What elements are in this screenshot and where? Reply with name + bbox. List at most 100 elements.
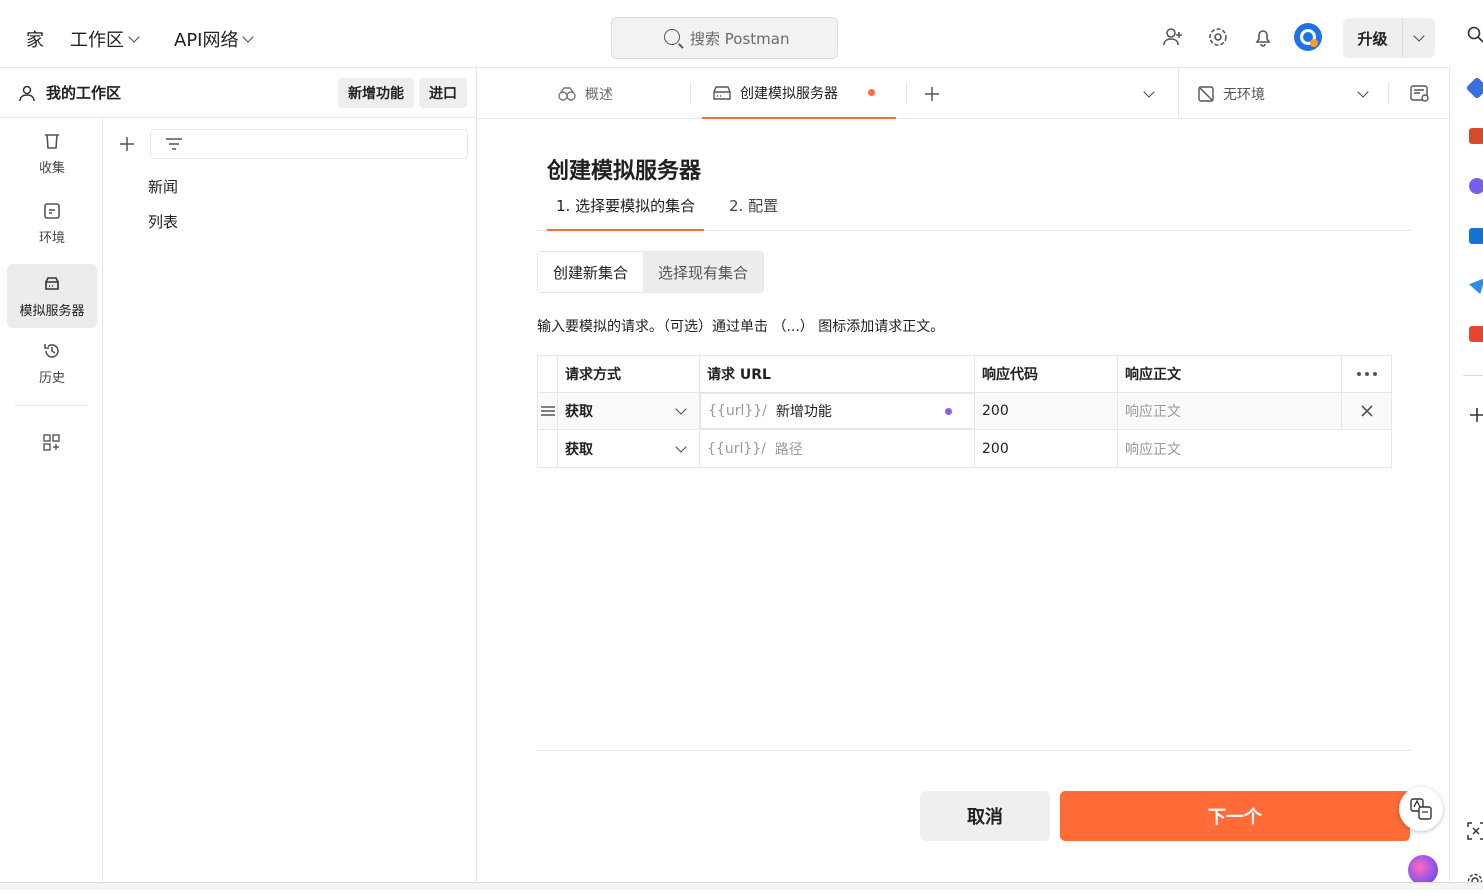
environment-quick-look-icon[interactable] xyxy=(1410,68,1430,119)
sidebar-item-history[interactable]: 历史 xyxy=(7,331,97,395)
response-code-input[interactable]: 200 xyxy=(975,393,1118,429)
translate-icon[interactable] xyxy=(1399,787,1443,831)
environment-label: 无环境 xyxy=(1223,86,1265,103)
configure-sidebar-icon[interactable] xyxy=(42,433,62,457)
chevron-down-icon xyxy=(1413,30,1425,42)
search-placeholder: 搜索 Postman xyxy=(690,29,790,48)
tab-step-configure[interactable]: 2. 配置 xyxy=(720,195,787,231)
assistant-icon[interactable] xyxy=(1408,855,1438,885)
tag-app-icon[interactable] xyxy=(1465,76,1483,100)
url-input[interactable]: {{url}}/ 路径 xyxy=(700,430,975,467)
chevron-down-icon xyxy=(675,440,687,453)
sidebar-item-label: 收集 xyxy=(38,160,65,176)
top-bar: 家 工作区 API网络 搜索 Postman 升级 xyxy=(0,0,1450,68)
table-header-row: 请求方式 请求 URL 响应代码 响应正文 xyxy=(538,356,1391,393)
mock-tree: 新闻 列表 xyxy=(104,118,476,890)
sidebar-rail: 收集 环境 模拟服务器 历史 xyxy=(0,118,103,890)
tab-divider xyxy=(906,82,907,104)
office-app-icon[interactable] xyxy=(1469,326,1483,342)
url-input[interactable]: {{url}}/ 新增功能 xyxy=(700,393,975,429)
sidebar: 我的工作区 新增功能 进口 收集 环境 模拟服务器 历史 新闻 列表 xyxy=(0,68,477,890)
import-button[interactable]: 进口 xyxy=(419,78,467,108)
column-header-code: 响应代码 xyxy=(975,356,1118,392)
rail-divider xyxy=(14,405,88,406)
upgrade-button[interactable]: 升级 xyxy=(1343,18,1435,58)
chevron-down-icon xyxy=(128,31,140,43)
response-body-input[interactable]: 响应正文 xyxy=(1118,430,1391,467)
tree-item[interactable]: 新闻 xyxy=(148,176,178,197)
column-header-method: 请求方式 xyxy=(558,356,700,392)
telegram-app-icon[interactable] xyxy=(1469,278,1483,294)
search-icon xyxy=(664,29,680,45)
tab-divider xyxy=(690,82,691,104)
method-value: 获取 xyxy=(565,441,593,458)
tab-list-dropdown[interactable] xyxy=(1143,68,1155,119)
screenshot-icon[interactable] xyxy=(1467,822,1483,844)
upgrade-label: 升级 xyxy=(1343,18,1403,58)
avatar[interactable] xyxy=(1293,22,1323,52)
close-icon[interactable] xyxy=(1342,393,1391,429)
api-network-label: API网络 xyxy=(174,30,239,51)
new-button[interactable]: 新增功能 xyxy=(338,78,414,108)
response-code-input[interactable]: 200 xyxy=(975,430,1118,467)
collections-icon xyxy=(45,133,59,149)
api-network-menu[interactable]: API网络 xyxy=(174,26,255,52)
outlook-app-icon[interactable] xyxy=(1469,228,1483,244)
settings-gear-icon[interactable] xyxy=(1207,26,1229,48)
home-link[interactable]: 家 xyxy=(26,26,44,52)
table-row: 获取 {{url}}/ 路径 200 响应正文 xyxy=(538,430,1391,467)
toolbox-app-icon[interactable] xyxy=(1469,128,1483,144)
new-tab-button[interactable] xyxy=(923,68,941,119)
sidebar-item-environments[interactable]: 环境 xyxy=(7,191,97,255)
environments-icon xyxy=(44,202,60,219)
copilot-app-icon[interactable] xyxy=(1469,178,1483,194)
filter-icon xyxy=(166,138,182,150)
no-environment-icon xyxy=(1198,85,1214,102)
plus-icon[interactable] xyxy=(118,135,136,153)
select-existing-collection-button[interactable]: 选择现有集合 xyxy=(643,252,764,292)
cancel-button[interactable]: 取消 xyxy=(920,791,1050,841)
method-select[interactable]: 获取 xyxy=(558,430,700,467)
column-header-url: 请求 URL xyxy=(700,356,975,392)
search-input[interactable]: 搜索 Postman xyxy=(611,17,838,59)
sidebar-item-label: 环境 xyxy=(38,230,65,246)
tab-divider xyxy=(1388,82,1389,104)
drag-handle-icon[interactable] xyxy=(538,393,558,429)
empty-drag-cell xyxy=(538,430,558,467)
workspace-title: 我的工作区 xyxy=(46,84,122,102)
sidebar-item-collections[interactable]: 收集 xyxy=(7,121,97,185)
url-value: 新增功能 xyxy=(775,404,832,420)
add-app-icon[interactable] xyxy=(1469,407,1483,427)
url-placeholder: 路径 xyxy=(774,441,803,458)
upgrade-dropdown[interactable] xyxy=(1403,18,1435,58)
chevron-down-icon xyxy=(675,403,687,415)
url-prefix: {{url}}/ xyxy=(708,403,767,419)
method-select[interactable]: 获取 xyxy=(558,393,700,429)
filter-input[interactable] xyxy=(150,129,468,159)
invite-user-icon[interactable] xyxy=(1162,26,1184,48)
instruction-text: 输入要模拟的请求。（可选）通过单击 （...） 图标添加请求正文。 xyxy=(537,319,945,335)
mock-server-icon xyxy=(45,276,59,290)
plus-icon xyxy=(925,86,939,101)
tab-step-select-collection[interactable]: 1. 选择要模拟的集合 xyxy=(547,195,705,231)
tab-bar: 概述 创建模拟服务器 无环境 xyxy=(477,68,1450,119)
url-prefix: {{url}}/ xyxy=(707,440,766,457)
step-tabs: 1. 选择要模拟的集合 2. 配置 xyxy=(537,189,1411,231)
sidebar-item-mock-servers[interactable]: 模拟服务器 xyxy=(7,264,97,328)
next-button[interactable]: 下一个 xyxy=(1060,791,1410,841)
tree-item[interactable]: 列表 xyxy=(148,211,178,232)
tab-overview[interactable]: 概述 xyxy=(557,68,613,119)
response-body-input[interactable]: 响应正文 xyxy=(1118,393,1342,429)
environment-selector[interactable]: 无环境 xyxy=(1197,68,1369,119)
workspace-menu[interactable]: 工作区 xyxy=(70,26,140,52)
notification-bell-icon[interactable] xyxy=(1252,26,1274,48)
collection-segmented-control: 创建新集合 选择现有集合 xyxy=(537,251,765,293)
tab-label: 概述 xyxy=(585,86,613,103)
env-divider xyxy=(1178,68,1179,119)
mock-server-icon xyxy=(713,85,731,100)
create-new-collection-button[interactable]: 创建新集合 xyxy=(538,252,644,292)
search-icon[interactable] xyxy=(1467,26,1483,48)
more-options-icon[interactable] xyxy=(1342,356,1391,392)
table-row: 获取 {{url}}/ 新增功能 200 响应正文 xyxy=(538,393,1391,430)
tab-create-mock-server[interactable]: 创建模拟服务器 xyxy=(702,68,896,119)
